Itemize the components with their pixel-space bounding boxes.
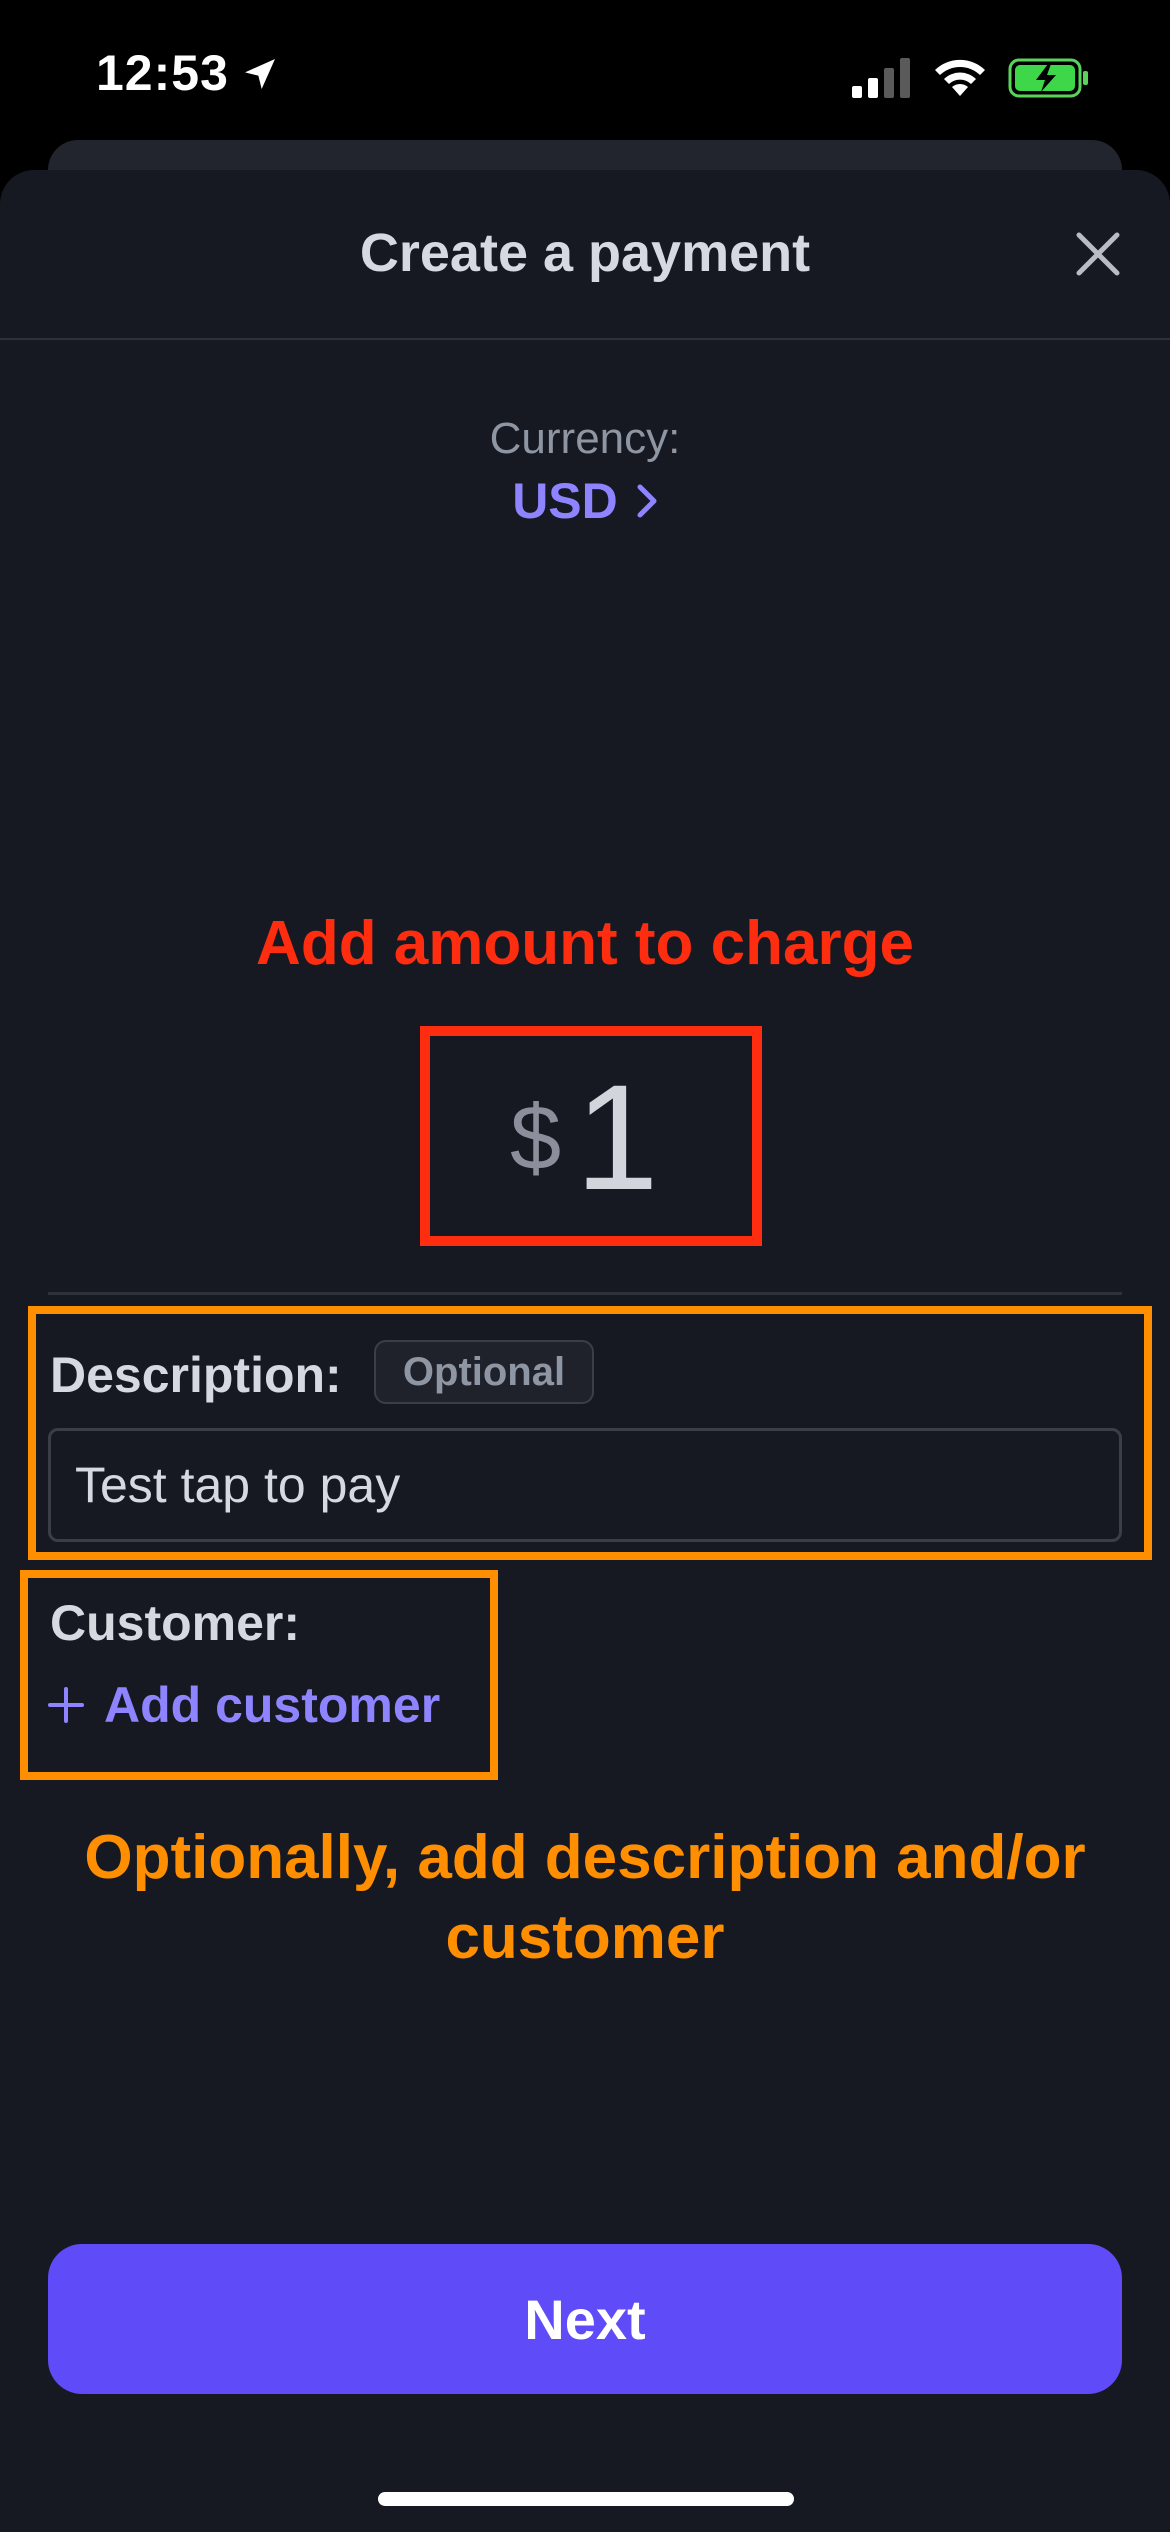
- home-indicator: [378, 2492, 794, 2506]
- optional-badge: Optional: [374, 1340, 594, 1404]
- customer-label: Customer:: [50, 1595, 301, 1651]
- description-input[interactable]: Test tap to pay: [48, 1428, 1122, 1542]
- currency-value: USD: [512, 473, 618, 529]
- battery-charging-icon: [1008, 58, 1088, 98]
- currency-label: Currency:: [489, 414, 681, 463]
- cellular-signal-icon: [852, 58, 910, 98]
- amount-input[interactable]: $ 1: [510, 1062, 659, 1222]
- amount-value: 1: [575, 1053, 659, 1221]
- chevron-right-icon: [637, 484, 657, 518]
- wifi-icon: [935, 59, 985, 96]
- amount-divider: [48, 1292, 1122, 1295]
- amount-annotation: Add amount to charge: [256, 909, 914, 978]
- close-button[interactable]: [1068, 224, 1128, 284]
- header-divider: [0, 338, 1170, 340]
- optional-annotation: Optionally, add description and/or custo…: [84, 1823, 1086, 1972]
- location-arrow-icon: [245, 59, 275, 89]
- currency-selector[interactable]: USD: [0, 472, 1170, 530]
- page-title: Create a payment: [359, 223, 811, 283]
- status-time: 12:53: [96, 45, 229, 101]
- next-button[interactable]: Next: [48, 2244, 1122, 2394]
- description-label: Description:: [50, 1347, 342, 1403]
- plus-icon: [48, 1687, 84, 1723]
- add-customer-button[interactable]: Add customer: [46, 1676, 440, 1734]
- close-icon: [1076, 232, 1120, 276]
- amount-currency-symbol: $: [510, 1087, 562, 1189]
- add-customer-label: Add customer: [104, 1677, 441, 1733]
- status-bar: 12:53: [0, 0, 1170, 150]
